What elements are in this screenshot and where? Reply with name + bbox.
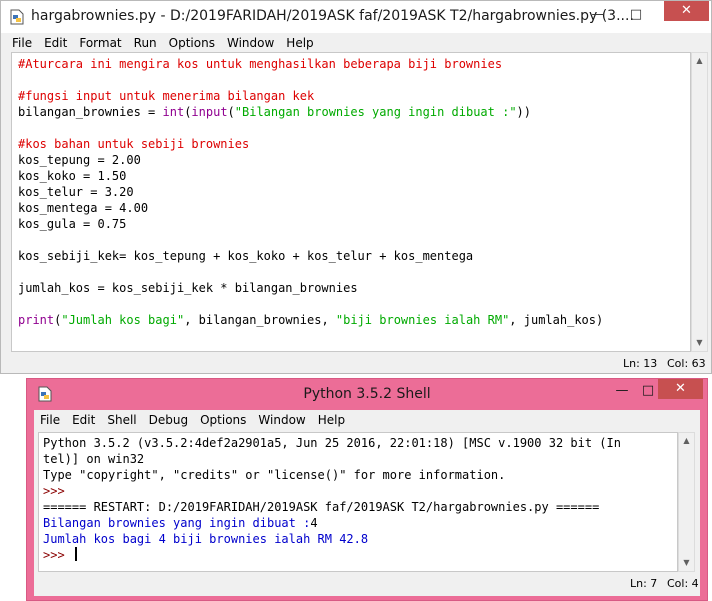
code-string-1: "Jumlah kos bagi" <box>61 313 185 327</box>
code-line-9: kos_telur = 3.20 <box>18 185 134 199</box>
scroll-down-icon[interactable]: ▼ <box>679 555 694 571</box>
shell-input-prompt: Bilangan brownies yang ingin dibuat : <box>43 516 311 530</box>
shell-user-input: 4 <box>310 516 318 530</box>
shell-prompt: >>> <box>43 548 72 562</box>
code-int-builtin: int <box>162 105 185 119</box>
code-input-builtin: input <box>191 105 228 119</box>
shell-title: Python 3.5.2 Shell <box>303 386 431 402</box>
shell-banner-line-1: Python 3.5.2 (v3.5.2:4def2a2901a5, Jun 2… <box>43 436 621 450</box>
menu-help[interactable]: Help <box>280 33 319 53</box>
code-prompt-string: "Bilangan brownies yang ingin dibuat :" <box>234 105 517 119</box>
shell-prompt: >>> <box>43 484 72 498</box>
shell-status-col: Col: 4 <box>667 577 699 590</box>
shell-client-area: File Edit Shell Debug Options Window Help Pyth… <box>34 410 700 596</box>
scroll-down-icon[interactable]: ▼ <box>692 335 707 351</box>
shell-scrollbar[interactable]: ▲ ▼ <box>678 432 695 572</box>
code-line-1: #Aturcara ini mengira kos untuk menghasi… <box>18 57 503 71</box>
code-line-11: kos_gula = 0.75 <box>18 217 127 231</box>
editor-window: hargabrownies.py - D:/2019FARIDAH/2019AS… <box>0 0 712 374</box>
menu-edit[interactable]: Edit <box>38 33 73 53</box>
code-line-10: kos_mentega = 4.00 <box>18 201 149 215</box>
code-line-8: kos_koko = 1.50 <box>18 169 127 183</box>
code-print-builtin: print <box>18 313 55 327</box>
code-line-7: kos_tepung = 2.00 <box>18 153 141 167</box>
shell-menubar: File Edit Shell Debug Options Window Help <box>34 410 351 430</box>
editor-title: hargabrownies.py - D:/2019FARIDAH/2019AS… <box>31 8 634 24</box>
menu-file[interactable]: File <box>34 410 66 430</box>
code-args-end: , jumlah_kos) <box>509 313 604 327</box>
python-file-icon <box>10 9 24 25</box>
shell-title-bar[interactable]: Python 3.5.2 Shell — □ ✕ <box>27 379 707 407</box>
shell-output[interactable]: Python 3.5.2 (v3.5.2:4def2a2901a5, Jun 2… <box>38 432 678 572</box>
menu-run[interactable]: Run <box>128 33 163 53</box>
code-line-4-assign: bilangan_brownies = <box>18 105 163 119</box>
shell-window: Python 3.5.2 Shell — □ ✕ File Edit Shell De… <box>26 378 708 601</box>
scroll-up-icon[interactable]: ▲ <box>692 53 707 69</box>
code-paren: ( <box>227 105 235 119</box>
scroll-up-icon[interactable]: ▲ <box>679 433 694 449</box>
menu-format[interactable]: Format <box>73 33 127 53</box>
maximize-button[interactable]: □ <box>623 5 649 25</box>
menu-debug[interactable]: Debug <box>143 410 194 430</box>
code-line-13: kos_sebiji_kek= kos_tepung + kos_koko + … <box>18 249 474 263</box>
close-button[interactable]: ✕ <box>664 1 709 21</box>
menu-edit[interactable]: Edit <box>66 410 101 430</box>
editor-title-bar[interactable]: hargabrownies.py - D:/2019FARIDAH/2019AS… <box>1 1 711 33</box>
shell-banner-line-2: tel)] on win32 <box>43 452 145 466</box>
menu-shell[interactable]: Shell <box>101 410 142 430</box>
editor-menubar: File Edit Format Run Options Window Help <box>6 33 320 53</box>
close-button[interactable]: ✕ <box>658 379 703 399</box>
code-line-15: jumlah_kos = kos_sebiji_kek * bilangan_b… <box>18 281 358 295</box>
code-line-6: #kos bahan untuk sebiji brownies <box>18 137 250 151</box>
editor-status-col: Col: 63 <box>667 357 706 370</box>
editor-status-ln: Ln: 13 <box>623 357 658 370</box>
menu-help[interactable]: Help <box>312 410 351 430</box>
menu-window[interactable]: Window <box>252 410 311 430</box>
menu-window[interactable]: Window <box>221 33 280 53</box>
shell-banner-line-3: Type "copyright", "credits" or "license(… <box>43 468 506 482</box>
code-line-3: #fungsi input untuk menerima bilangan ke… <box>18 89 315 103</box>
editor-scrollbar[interactable]: ▲ ▼ <box>691 52 708 352</box>
menu-file[interactable]: File <box>6 33 38 53</box>
minimize-button[interactable]: — <box>609 381 635 401</box>
menu-options[interactable]: Options <box>194 410 252 430</box>
code-paren-close: )) <box>516 105 531 119</box>
code-string-2: "biji brownies ialah RM" <box>335 313 510 327</box>
shell-status-ln: Ln: 7 <box>630 577 658 590</box>
shell-restart-line: ====== RESTART: D:/2019FARIDAH/2019ASK f… <box>43 500 600 514</box>
minimize-button[interactable]: — <box>585 5 611 25</box>
shell-result-line: Jumlah kos bagi 4 biji brownies ialah RM… <box>43 532 369 546</box>
menu-options[interactable]: Options <box>163 33 221 53</box>
code-editor[interactable]: #Aturcara ini mengira kos untuk menghasi… <box>11 52 691 352</box>
code-args: , bilangan_brownies, <box>184 313 336 327</box>
text-cursor <box>74 547 77 561</box>
